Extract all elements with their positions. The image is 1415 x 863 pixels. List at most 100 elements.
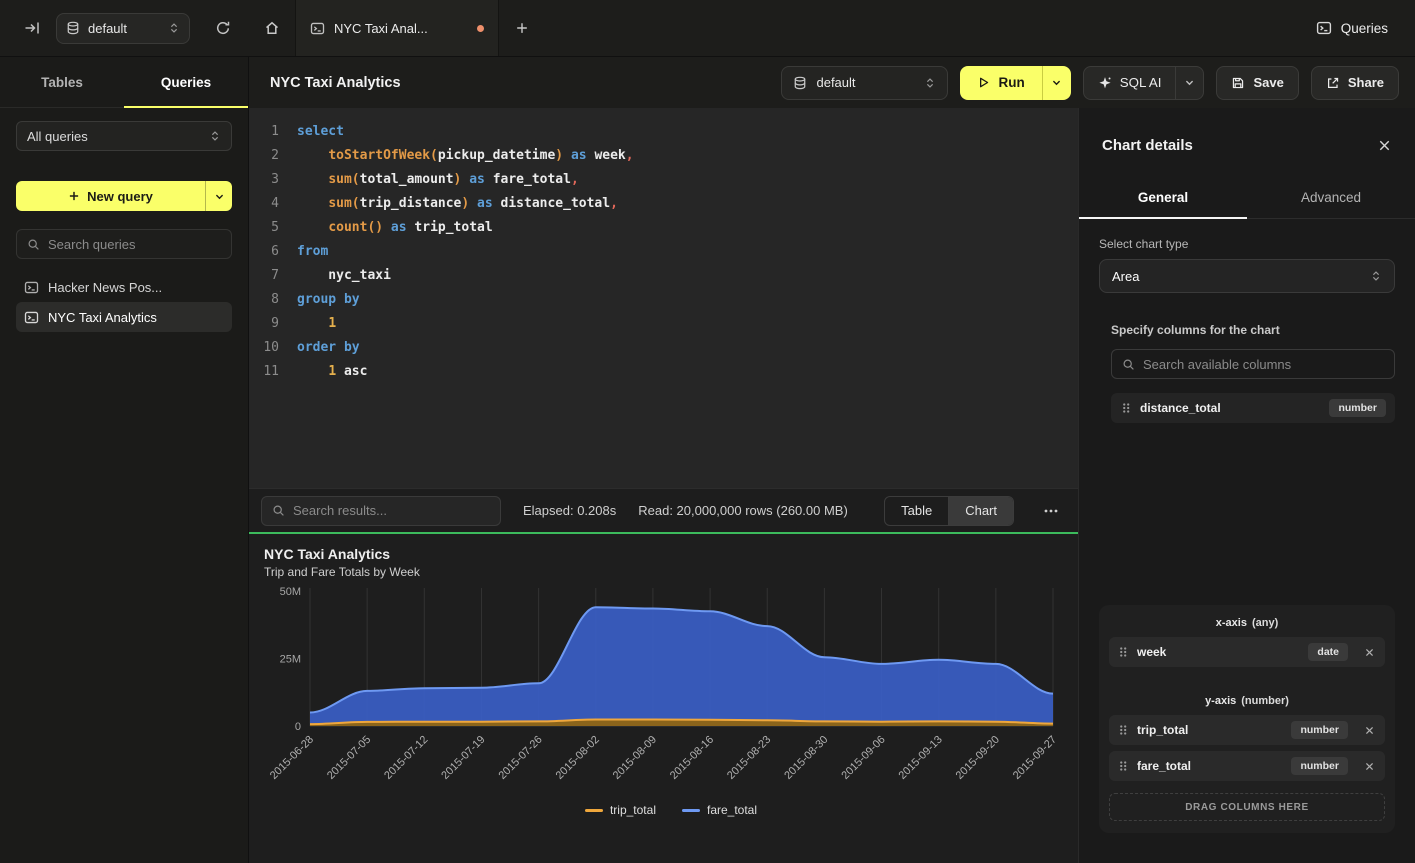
query-icon <box>24 310 39 325</box>
code-line[interactable]: 3 sum(total_amount) as fare_total, <box>249 168 1078 192</box>
panel-content: Select chart type Area Specify columns f… <box>1079 219 1415 863</box>
drag-handle-icon[interactable] <box>1120 401 1132 415</box>
sidebar-tab-queries[interactable]: Queries <box>124 57 248 107</box>
tab-strip: NYC Taxi Anal... <box>249 0 545 56</box>
line-number: 11 <box>249 360 279 384</box>
close-icon <box>1364 647 1375 658</box>
column-type-badge: number <box>1291 721 1348 739</box>
column-type-badge: number <box>1291 757 1348 775</box>
drag-handle-icon[interactable] <box>1117 645 1129 659</box>
drag-handle-icon[interactable] <box>1117 723 1129 737</box>
play-icon <box>977 76 990 89</box>
collapse-sidebar-icon <box>24 20 40 36</box>
home-button[interactable] <box>249 0 295 56</box>
chart-type-select[interactable]: Area <box>1099 259 1395 293</box>
code-line[interactable]: 9 1 <box>249 312 1078 336</box>
columns-search <box>1111 349 1395 379</box>
code-line[interactable]: 4 sum(trip_distance) as distance_total, <box>249 192 1078 216</box>
refresh-button[interactable] <box>211 16 235 40</box>
code-line[interactable]: 1select <box>249 120 1078 144</box>
queries-button[interactable]: Queries <box>1316 20 1388 36</box>
tab-tables-label: Tables <box>41 75 83 90</box>
refresh-icon <box>215 20 231 36</box>
table-view-button[interactable]: Table <box>885 497 948 525</box>
plus-icon <box>68 190 80 202</box>
share-button[interactable]: Share <box>1311 66 1399 100</box>
code-line[interactable]: 5 count() as trip_total <box>249 216 1078 240</box>
run-dropdown-button[interactable] <box>1042 66 1071 100</box>
x-axis-label-row: x-axis(any) <box>1109 617 1385 629</box>
run-split-button: Run <box>960 66 1070 100</box>
columns-search-input[interactable] <box>1143 357 1384 372</box>
area-chart[interactable]: 025M50M2015-06-282015-07-052015-07-12201… <box>264 584 1078 799</box>
sparkle-icon <box>1098 76 1112 90</box>
tab-nyc-taxi-analytics[interactable]: NYC Taxi Anal... <box>295 0 499 56</box>
save-button[interactable]: Save <box>1216 66 1298 100</box>
legend-item-fare-total[interactable]: fare_total <box>682 803 757 817</box>
results-search <box>261 496 501 526</box>
sidebar-search <box>16 229 232 259</box>
sql-ai-split-button: SQL AI <box>1083 66 1205 100</box>
queries-filter-value: All queries <box>27 129 201 144</box>
body: Tables Queries All queries New query <box>0 56 1415 863</box>
sidebar-search-input[interactable] <box>48 237 221 252</box>
available-column-distance-total[interactable]: distance_total number <box>1111 393 1395 423</box>
remove-column-button[interactable] <box>1362 759 1377 774</box>
legend-swatch-trip-total <box>585 809 603 812</box>
sql-ai-dropdown-button[interactable] <box>1175 67 1203 99</box>
code-line[interactable]: 6from <box>249 240 1078 264</box>
remove-column-button[interactable] <box>1362 645 1377 660</box>
code-line[interactable]: 7 nyc_taxi <box>249 264 1078 288</box>
column-name: week <box>1137 645 1300 659</box>
code-line[interactable]: 11 1 asc <box>249 360 1078 384</box>
topbar-right: Queries <box>1316 0 1415 56</box>
sql-ai-button[interactable]: SQL AI <box>1084 67 1176 99</box>
run-button[interactable]: Run <box>960 66 1041 100</box>
more-options-button[interactable] <box>1036 503 1066 519</box>
search-icon <box>272 504 285 517</box>
code-line[interactable]: 10order by <box>249 336 1078 360</box>
table-view-label: Table <box>901 503 932 518</box>
svg-text:2015-06-28: 2015-06-28 <box>268 734 316 782</box>
chart-view-button[interactable]: Chart <box>948 497 1013 525</box>
close-panel-button[interactable] <box>1377 138 1392 153</box>
query-list-item-hacker-news[interactable]: Hacker News Pos... <box>16 272 232 302</box>
sidebar-body: All queries New query <box>0 108 248 345</box>
database-selector-value: default <box>88 21 160 36</box>
view-toggle: Table Chart <box>884 496 1014 526</box>
chart-subtitle: Trip and Fare Totals by Week <box>264 565 1078 579</box>
queries-filter-select[interactable]: All queries <box>16 121 232 151</box>
tab-advanced[interactable]: Advanced <box>1247 178 1415 218</box>
line-number: 1 <box>249 120 279 144</box>
y-axis-item-fare-total[interactable]: fare_total number <box>1109 751 1385 781</box>
query-database-selector[interactable]: default <box>781 66 948 100</box>
drop-zone[interactable]: DRAG COLUMNS HERE <box>1109 793 1385 821</box>
database-icon <box>66 21 80 35</box>
svg-text:2015-09-13: 2015-09-13 <box>897 734 945 782</box>
new-query-button[interactable]: New query <box>16 181 205 211</box>
database-selector[interactable]: default <box>56 13 190 44</box>
collapse-sidebar-button[interactable] <box>20 16 44 40</box>
new-query-dropdown-button[interactable] <box>205 181 232 211</box>
svg-text:2015-08-30: 2015-08-30 <box>782 734 830 782</box>
y-axis-item-trip-total[interactable]: trip_total number <box>1109 715 1385 745</box>
code-line[interactable]: 8group by <box>249 288 1078 312</box>
close-icon <box>1364 761 1375 772</box>
query-icon <box>1316 20 1332 36</box>
legend-label: trip_total <box>610 803 656 817</box>
read-stat: Read: 20,000,000 rows (260.00 MB) <box>638 503 848 518</box>
drag-handle-icon[interactable] <box>1117 759 1129 773</box>
code-line[interactable]: 2 toStartOfWeek(pickup_datetime) as week… <box>249 144 1078 168</box>
x-axis-item-week[interactable]: week date <box>1109 637 1385 667</box>
panel-header: Chart details <box>1079 108 1415 154</box>
new-tab-button[interactable] <box>499 0 545 56</box>
sql-editor[interactable]: 1select2 toStartOfWeek(pickup_datetime) … <box>249 108 1078 488</box>
sql-ai-label: SQL AI <box>1120 75 1162 90</box>
remove-column-button[interactable] <box>1362 723 1377 738</box>
query-list-item-nyc-taxi[interactable]: NYC Taxi Analytics <box>16 302 232 332</box>
database-icon <box>793 76 807 90</box>
results-search-input[interactable] <box>293 503 490 518</box>
legend-item-trip-total[interactable]: trip_total <box>585 803 656 817</box>
tab-general[interactable]: General <box>1079 178 1247 218</box>
sidebar-tab-tables[interactable]: Tables <box>0 57 124 107</box>
